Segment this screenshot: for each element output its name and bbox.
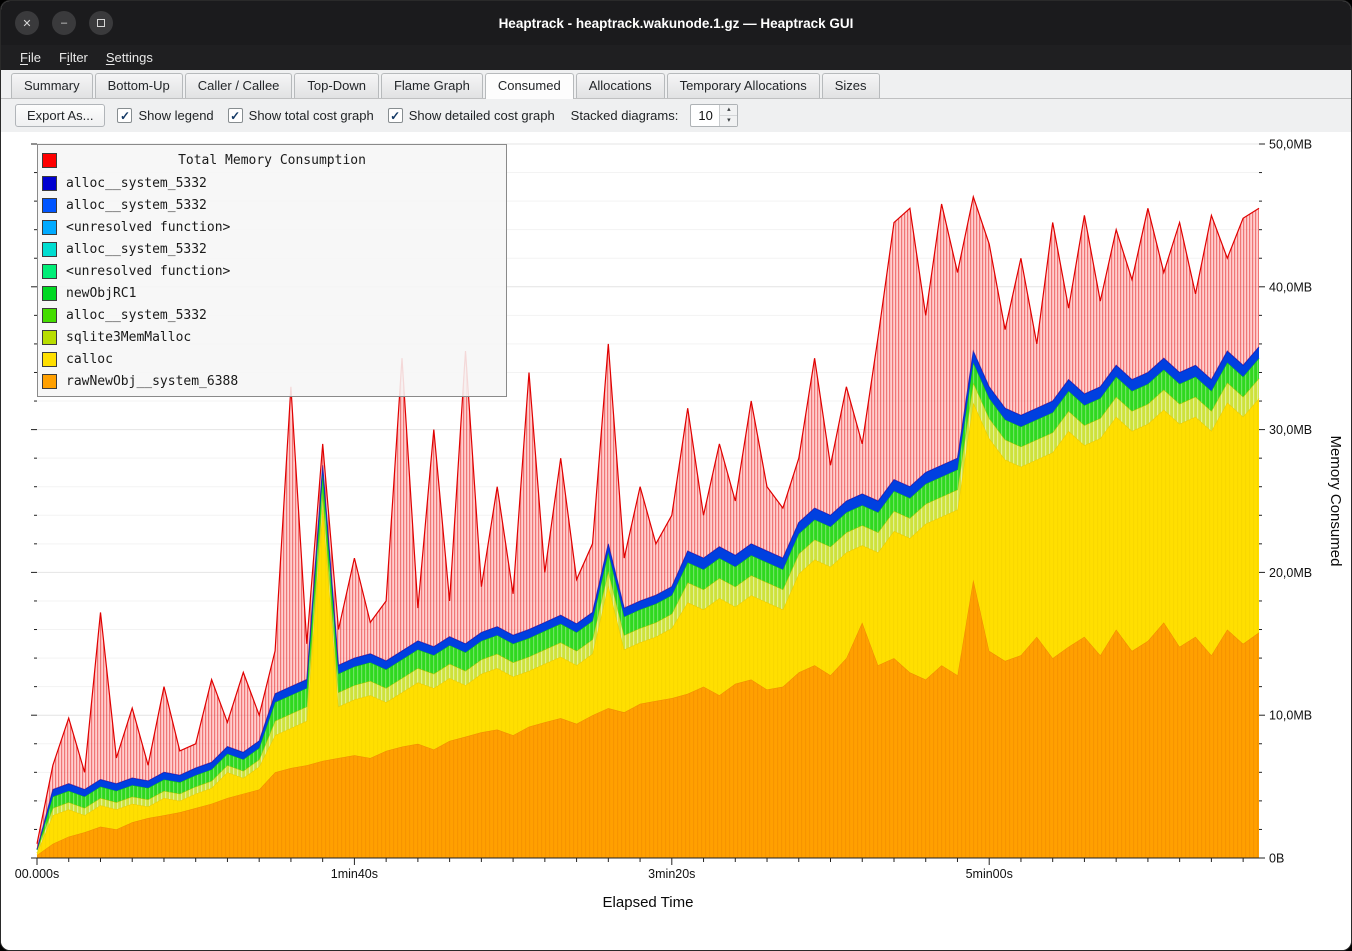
svg-text:1min40s: 1min40s bbox=[331, 867, 378, 881]
stacked-diagrams-value[interactable]: 10 bbox=[691, 105, 719, 126]
menu-settings[interactable]: Settings bbox=[97, 47, 162, 68]
consumed-chart: 00.000s 1min40s 3min20s 5min00s 0B 10,0MB 20,0… bbox=[1, 132, 1351, 951]
stacked-diagrams-label: Stacked diagrams: bbox=[571, 108, 679, 123]
legend-entry-label: rawNewObj__system_6388 bbox=[66, 374, 238, 389]
legend-entry: alloc__system_5332 bbox=[38, 238, 506, 260]
checkbox-label: Show detailed cost graph bbox=[409, 108, 555, 123]
spin-down-button[interactable]: ▾ bbox=[720, 116, 737, 126]
legend-entry-label: newObjRC1 bbox=[66, 286, 136, 301]
menu-file[interactable]: File bbox=[11, 47, 50, 68]
export-as-button[interactable]: Export As... bbox=[15, 104, 105, 127]
tab-consumed[interactable]: Consumed bbox=[485, 73, 574, 99]
legend-swatch bbox=[42, 330, 57, 345]
tab-top-down[interactable]: Top-Down bbox=[294, 73, 379, 98]
stacked-diagrams-spinbox: 10 ▴ ▾ bbox=[690, 104, 738, 127]
window-controls: ✕ – bbox=[15, 1, 113, 45]
svg-text:Memory Consumed: Memory Consumed bbox=[1327, 436, 1344, 567]
checkbox-show-total-cost-graph[interactable]: ✓ Show total cost graph bbox=[228, 108, 374, 123]
titlebar: ✕ – Heaptrack - heaptrack.wakunode.1.gz … bbox=[1, 1, 1351, 45]
legend-entry: <unresolved function> bbox=[38, 216, 506, 238]
tab-bar: SummaryBottom-UpCaller / CalleeTop-DownF… bbox=[1, 70, 1351, 99]
svg-text:0B: 0B bbox=[1269, 852, 1284, 866]
legend-swatch bbox=[42, 308, 57, 323]
legend-swatch bbox=[42, 176, 57, 191]
legend-swatch bbox=[42, 286, 57, 301]
legend-swatch bbox=[42, 220, 57, 235]
close-icon[interactable]: ✕ bbox=[15, 11, 39, 35]
legend-title: Total Memory Consumption bbox=[178, 153, 366, 168]
legend-swatch bbox=[42, 352, 57, 367]
minimize-icon[interactable]: – bbox=[52, 11, 76, 35]
legend-swatch-total bbox=[42, 153, 57, 168]
tab-caller-callee[interactable]: Caller / Callee bbox=[185, 73, 293, 98]
svg-text:00.000s: 00.000s bbox=[15, 867, 59, 881]
legend-swatch bbox=[42, 264, 57, 279]
checkbox-check-icon: ✓ bbox=[117, 108, 132, 123]
legend-entry-label: <unresolved function> bbox=[66, 264, 230, 279]
legend-entry-label: alloc__system_5332 bbox=[66, 308, 207, 323]
legend-swatch bbox=[42, 198, 57, 213]
legend-entry-label: alloc__system_5332 bbox=[66, 242, 207, 257]
legend-swatch bbox=[42, 242, 57, 257]
checkbox-check-icon: ✓ bbox=[388, 108, 403, 123]
checkbox-label: Show total cost graph bbox=[249, 108, 374, 123]
legend-entry: <unresolved function> bbox=[38, 260, 506, 282]
toolbar: Export As... ✓ Show legend ✓ Show total cos… bbox=[1, 99, 1351, 132]
checkbox-check-icon: ✓ bbox=[228, 108, 243, 123]
svg-text:50,0MB: 50,0MB bbox=[1269, 138, 1312, 152]
tab-summary[interactable]: Summary bbox=[11, 73, 93, 98]
legend-entry: alloc__system_5332 bbox=[38, 172, 506, 194]
legend-entry-label: alloc__system_5332 bbox=[66, 176, 207, 191]
checkbox-label: Show legend bbox=[138, 108, 213, 123]
checkbox-show-detailed-cost-graph[interactable]: ✓ Show detailed cost graph bbox=[388, 108, 555, 123]
svg-text:Elapsed Time: Elapsed Time bbox=[603, 894, 694, 911]
legend-entry-label: calloc bbox=[66, 352, 113, 367]
tab-allocations[interactable]: Allocations bbox=[576, 73, 665, 98]
legend-entry-label: <unresolved function> bbox=[66, 220, 230, 235]
svg-text:5min00s: 5min00s bbox=[966, 867, 1013, 881]
legend-entry: alloc__system_5332 bbox=[38, 194, 506, 216]
legend-entry: sqlite3MemMalloc bbox=[38, 326, 506, 348]
maximize-icon[interactable] bbox=[89, 11, 113, 35]
legend-swatch bbox=[42, 374, 57, 389]
svg-text:20,0MB: 20,0MB bbox=[1269, 566, 1312, 580]
checkbox-show-legend[interactable]: ✓ Show legend bbox=[117, 108, 213, 123]
tab-flame-graph[interactable]: Flame Graph bbox=[381, 73, 483, 98]
window-title: Heaptrack - heaptrack.wakunode.1.gz — He… bbox=[1, 16, 1351, 31]
menubar: FileFilterSettings bbox=[1, 45, 1351, 70]
spin-up-button[interactable]: ▴ bbox=[720, 105, 737, 116]
svg-text:30,0MB: 30,0MB bbox=[1269, 423, 1312, 437]
legend-title-row: Total Memory Consumption bbox=[38, 148, 506, 172]
tab-sizes[interactable]: Sizes bbox=[822, 73, 880, 98]
svg-text:3min20s: 3min20s bbox=[648, 867, 695, 881]
legend-entry: alloc__system_5332 bbox=[38, 304, 506, 326]
legend-entry-label: alloc__system_5332 bbox=[66, 198, 207, 213]
heaptrack-window: ✕ – Heaptrack - heaptrack.wakunode.1.gz … bbox=[0, 0, 1352, 951]
legend-entry: calloc bbox=[38, 348, 506, 370]
svg-text:10,0MB: 10,0MB bbox=[1269, 709, 1312, 723]
legend-entry-label: sqlite3MemMalloc bbox=[66, 330, 191, 345]
chart-legend: Total Memory Consumption alloc__system_53… bbox=[37, 144, 507, 397]
legend-entry: newObjRC1 bbox=[38, 282, 506, 304]
menu-filter[interactable]: Filter bbox=[50, 47, 97, 68]
legend-entry: rawNewObj__system_6388 bbox=[38, 370, 506, 392]
checkbox-group: ✓ Show legend ✓ Show total cost graph ✓ Show … bbox=[117, 108, 554, 123]
svg-text:40,0MB: 40,0MB bbox=[1269, 280, 1312, 294]
tab-bottom-up[interactable]: Bottom-Up bbox=[95, 73, 183, 98]
tab-temporary-allocations[interactable]: Temporary Allocations bbox=[667, 73, 820, 98]
